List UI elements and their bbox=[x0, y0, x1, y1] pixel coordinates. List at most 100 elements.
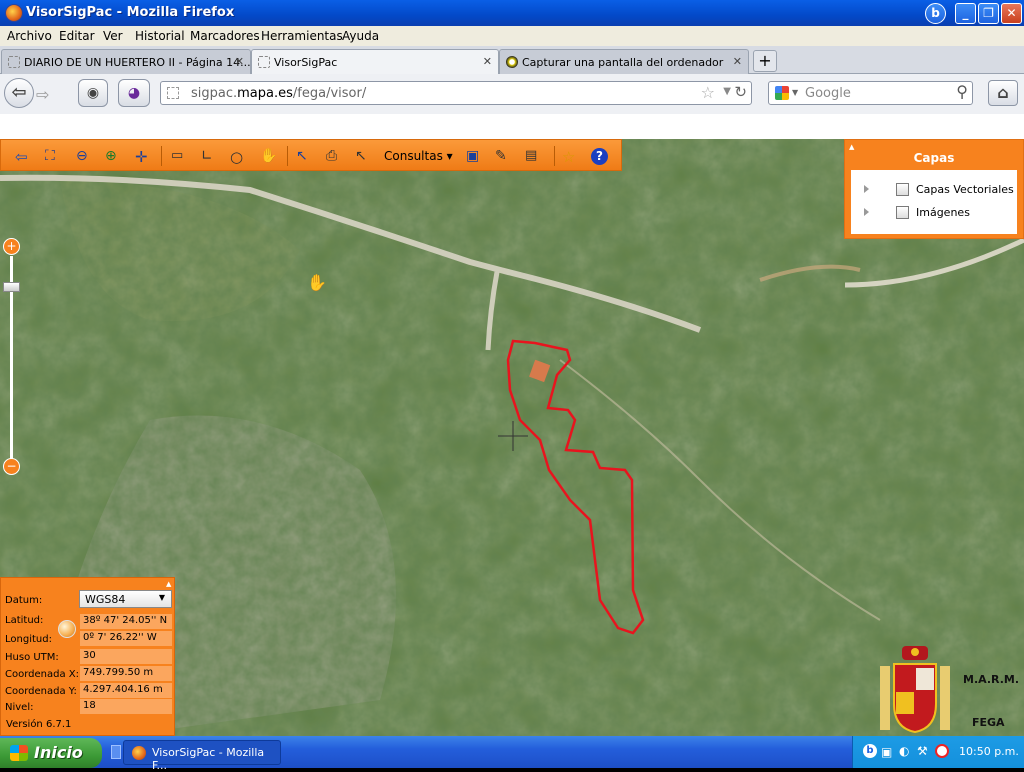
back-arrow-icon[interactable]: ⇦ bbox=[15, 148, 31, 166]
zoom-handle[interactable] bbox=[3, 282, 20, 292]
firefox-icon bbox=[132, 746, 146, 760]
address-bar[interactable]: sigpac.mapa.es/fega/visor/ ☆ ▼ ↻ bbox=[160, 81, 752, 105]
menu-marcadores[interactable]: Marcadores bbox=[190, 29, 260, 43]
circle-tool-icon[interactable]: ○ bbox=[230, 148, 246, 166]
select-xy-icon[interactable]: ↖ bbox=[296, 148, 312, 164]
taskbar-item-firefox[interactable]: VisorSigPac - Mozilla F... bbox=[123, 740, 281, 772]
tray-network-icon[interactable]: ▣ bbox=[881, 745, 892, 759]
tab-label: Capturar una pantalla del ordenador bbox=[522, 56, 724, 69]
measure-ruler-icon[interactable]: ▭ bbox=[171, 148, 187, 164]
consultas-menu[interactable]: Consultas ▾ bbox=[384, 149, 453, 163]
clock[interactable]: 10:50 p.m. bbox=[959, 745, 1019, 758]
tab-label: DIARIO DE UN HUERTERO II - Página 14... bbox=[24, 56, 251, 69]
pan-hand-icon[interactable]: ✋ bbox=[260, 148, 277, 164]
zoom-slider[interactable]: + − bbox=[3, 238, 21, 478]
search-magnifier-icon[interactable]: ⚲ bbox=[956, 82, 968, 101]
tab-close-icon[interactable]: ✕ bbox=[483, 55, 492, 68]
windows-logo-icon bbox=[10, 745, 28, 761]
marm-label: M.A.R.M. bbox=[963, 673, 1019, 686]
label-imagenes: Imágenes bbox=[916, 206, 970, 219]
tab-close-icon[interactable]: ✕ bbox=[733, 55, 742, 68]
chevron-down-icon: ▼ bbox=[158, 593, 165, 602]
menu-ayuda[interactable]: Ayuda bbox=[342, 29, 379, 43]
tab-label: VisorSigPac bbox=[274, 56, 338, 69]
site-identity-icon[interactable] bbox=[167, 87, 179, 99]
taskbar-item-label: VisorSigPac - Mozilla F... bbox=[152, 746, 265, 772]
datum-select[interactable]: WGS84 ▼ bbox=[79, 590, 172, 608]
identify-icon[interactable]: ▣ bbox=[466, 148, 482, 164]
checkbox-imagenes[interactable] bbox=[896, 206, 909, 219]
tab-diario[interactable]: DIARIO DE UN HUERTERO II - Página 14... … bbox=[1, 49, 251, 74]
tray-b-icon[interactable]: b bbox=[863, 744, 877, 758]
info-query-icon[interactable]: ↖ bbox=[355, 148, 371, 164]
tab-capturar[interactable]: Capturar una pantalla del ordenador ✕ bbox=[499, 49, 749, 74]
start-label: Inicio bbox=[34, 743, 83, 762]
checkbox-capas-vectoriales[interactable] bbox=[896, 183, 909, 196]
new-tab-button[interactable]: + bbox=[753, 50, 777, 72]
engine-dropdown-icon[interactable]: ▼ bbox=[792, 88, 798, 97]
menu-archivo[interactable]: Archivo bbox=[7, 29, 52, 43]
google-engine-icon[interactable] bbox=[775, 86, 789, 100]
menu-historial[interactable]: Historial bbox=[135, 29, 185, 43]
help-icon[interactable]: ? bbox=[591, 148, 608, 165]
huso-value: 30 bbox=[80, 649, 172, 664]
toolbar-separator bbox=[161, 146, 162, 166]
window-titlebar[interactable]: VisorSigPac - Mozilla Firefox b _ ❐ ✕ bbox=[0, 0, 1024, 26]
history-dropdown-icon[interactable]: ▼ bbox=[723, 86, 731, 97]
version-label: Versión 6.7.1 bbox=[6, 719, 72, 730]
close-button[interactable]: ✕ bbox=[1001, 3, 1022, 24]
search-bar[interactable]: ▼ Google ⚲ bbox=[768, 81, 973, 105]
help-icon[interactable]: b bbox=[925, 3, 946, 24]
tab-visorsigpac[interactable]: VisorSigPac ✕ bbox=[251, 49, 499, 74]
bookmark-star-icon[interactable]: ☆ bbox=[701, 83, 715, 102]
tab-close-icon[interactable]: ✕ bbox=[235, 55, 244, 68]
nivel-label: Nivel: bbox=[5, 702, 34, 713]
label-capas-vectoriales: Capas Vectoriales bbox=[916, 183, 1014, 196]
tray-speaker-icon[interactable]: ◐ bbox=[899, 744, 909, 758]
back-button[interactable]: ⇦ bbox=[4, 78, 34, 108]
map-toolbar: ⇦ ⛶ ⊖ ⊕ ✛ ▭ ∟ ○ ✋ ↖ ⎙ ↖ Consultas ▾ ▣ ✎ … bbox=[0, 139, 622, 171]
zoom-in-icon[interactable]: ⊕ bbox=[105, 148, 121, 164]
menu-herramientas[interactable]: Herramientas bbox=[261, 29, 343, 43]
panel-collapse-icon[interactable]: ▲ bbox=[849, 143, 854, 151]
expand-vectoriales-icon[interactable] bbox=[864, 185, 869, 193]
edit-note-icon[interactable]: ✎ bbox=[495, 148, 511, 164]
page-favicon-icon bbox=[258, 56, 270, 68]
start-button[interactable]: Inicio bbox=[0, 738, 102, 768]
quicklaunch-icon[interactable] bbox=[111, 745, 121, 759]
zoom-minus-button[interactable]: − bbox=[3, 458, 20, 475]
reload-icon[interactable]: ↻ bbox=[734, 83, 747, 101]
maximize-button[interactable]: ❐ bbox=[978, 3, 999, 24]
minimize-button[interactable]: _ bbox=[955, 3, 976, 24]
menu-ver[interactable]: Ver bbox=[103, 29, 123, 43]
zoom-plus-button[interactable]: + bbox=[3, 238, 20, 255]
measure-area-icon[interactable]: ∟ bbox=[201, 148, 217, 164]
favorite-star-icon[interactable]: ☆ bbox=[562, 148, 578, 166]
tray-tool-icon[interactable]: ⚒ bbox=[917, 744, 928, 758]
globe-icon[interactable] bbox=[58, 620, 76, 638]
datum-label: Datum: bbox=[5, 595, 43, 606]
url-host: mapa.es bbox=[237, 86, 293, 101]
layers-panel: ▲ Capas Capas Vectoriales Imágenes bbox=[844, 139, 1024, 239]
url-prefix: sigpac. bbox=[191, 86, 238, 101]
layers-info-icon[interactable]: ▤ bbox=[525, 148, 547, 164]
center-crosshair-icon[interactable]: ✛ bbox=[135, 148, 151, 166]
panel-collapse-icon[interactable]: ▲ bbox=[166, 580, 171, 588]
lon-value: 0º 7' 26.22'' W bbox=[80, 631, 172, 646]
page-top-blank bbox=[0, 114, 1024, 139]
menu-editar[interactable]: Editar bbox=[59, 29, 95, 43]
home-button[interactable]: ⌂ bbox=[988, 80, 1018, 106]
lat-label: Latitud: bbox=[5, 615, 44, 626]
coat-of-arms-logo bbox=[880, 644, 950, 734]
firefox-icon bbox=[5, 4, 23, 22]
addon-eye-icon[interactable]: ◉ bbox=[78, 79, 108, 107]
tray-blocked-icon[interactable] bbox=[935, 744, 949, 758]
expand-imagenes-icon[interactable] bbox=[864, 208, 869, 216]
addon-planet-icon[interactable]: ◕ bbox=[118, 79, 150, 107]
print-icon[interactable]: ⎙ bbox=[326, 148, 342, 164]
toolbar-separator bbox=[287, 146, 288, 166]
binoculars-icon[interactable]: ⛶ bbox=[45, 148, 61, 164]
zoom-out-icon[interactable]: ⊖ bbox=[76, 148, 92, 164]
forward-button[interactable]: ⇨ bbox=[36, 85, 49, 104]
x-label: Coordenada X: bbox=[5, 669, 79, 680]
